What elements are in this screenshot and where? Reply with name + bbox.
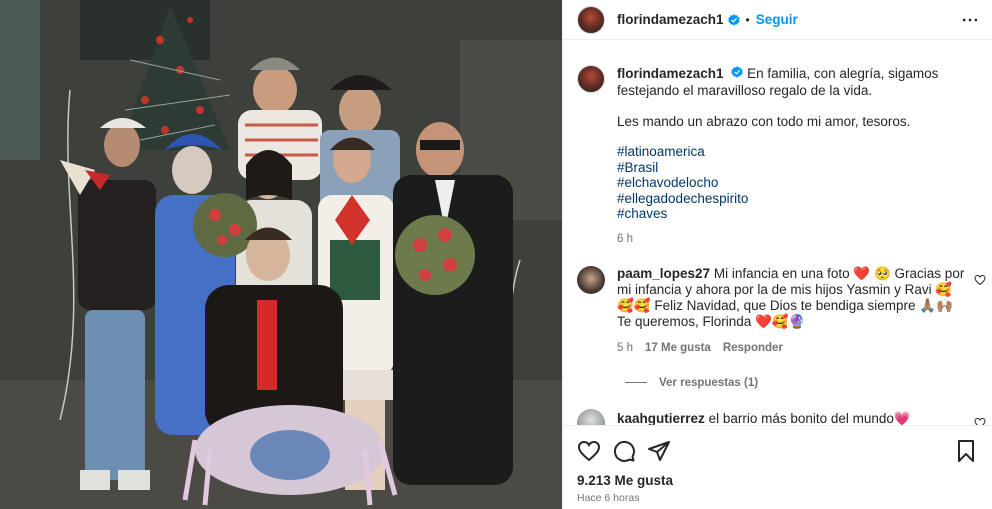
comment-bubble-icon[interactable]: [612, 439, 636, 463]
comment-text-part: el barrio más bonito del mundo: [708, 410, 894, 426]
comment-text-part: Feliz Navidad, que Dios te bendiga siemp…: [650, 297, 920, 313]
hashtag-brasil[interactable]: #Brasil: [617, 160, 977, 176]
pleading-face-emoji-icon: 🥺: [870, 265, 895, 281]
author-username[interactable]: florindamezach1: [617, 12, 724, 27]
action-bar: [563, 426, 992, 468]
commenter-username[interactable]: kaahgutierrez: [617, 411, 705, 426]
view-replies-label[interactable]: Ver respuestas (1): [659, 377, 758, 389]
comment-body: kaahgutierrez el barrio más bonito del m…: [617, 409, 967, 426]
comment-body: paam_lopes27 Mi infancia en una foto ❤️ …: [617, 266, 967, 356]
likes-count[interactable]: 9.213 Me gusta: [563, 468, 992, 488]
heart-emojis-icon: ❤️🥰🔮: [755, 313, 806, 329]
comment-text-part: Te queremos, Florinda: [617, 313, 756, 329]
comments-scroll-area[interactable]: florindamezach1 En familia, con alegría,…: [563, 41, 992, 425]
commenter-avatar[interactable]: [577, 265, 605, 294]
reply-button[interactable]: Responder: [723, 340, 783, 356]
verified-badge-icon: [731, 66, 743, 78]
post-footer: 9.213 Me gusta Hace 6 horas: [563, 425, 992, 509]
replies-divider-line: [625, 382, 647, 383]
pray-hands-emoji-icon: 🙏🏽🙌🏽: [919, 297, 953, 313]
verified-badge-icon: [727, 13, 740, 26]
comment-text-part: Mi infancia en una foto: [713, 265, 854, 281]
separator-dot: •: [745, 12, 750, 27]
pink-heart-emoji-icon: 💗: [893, 410, 911, 426]
author-avatar[interactable]: [577, 5, 605, 34]
commenter-avatar[interactable]: [577, 408, 605, 425]
view-replies[interactable]: Ver respuestas (1): [563, 377, 992, 389]
hashtag-chaves[interactable]: #chaves: [617, 206, 977, 222]
more-options-icon[interactable]: [960, 10, 980, 30]
hashtag-ellegadodechespirito[interactable]: #ellegadodechespirito: [617, 191, 977, 207]
hashtag-elchavodelocho[interactable]: #elchavodelocho: [617, 175, 977, 191]
comment-timestamp[interactable]: 5 h: [617, 340, 633, 356]
post-details-panel: florindamezach1 • Seguir florindamezach1…: [562, 0, 992, 509]
commenter-username[interactable]: paam_lopes27: [617, 266, 710, 281]
follow-button[interactable]: Seguir: [756, 12, 798, 27]
photo-of-group-in-costumes: [0, 0, 562, 509]
post-header: florindamezach1 • Seguir: [563, 0, 992, 40]
post-photo[interactable]: [0, 0, 562, 509]
save-bookmark-icon[interactable]: [954, 439, 978, 463]
caption-author-avatar[interactable]: [577, 65, 605, 93]
comment-likes[interactable]: 17 Me gusta: [645, 340, 711, 356]
hashtag-latinoamerica[interactable]: #latinoamerica: [617, 144, 977, 160]
comment-item: paam_lopes27 Mi infancia en una foto ❤️ …: [563, 265, 992, 356]
caption-author-username[interactable]: florindamezach1: [617, 66, 724, 81]
comment-item: kaahgutierrez el barrio más bonito del m…: [563, 408, 992, 426]
red-heart-emoji-icon: ❤️: [853, 265, 871, 281]
caption-body: florindamezach1 En familia, con alegría,…: [617, 65, 977, 248]
share-paper-plane-icon[interactable]: [647, 439, 671, 463]
post-time-ago[interactable]: Hace 6 horas: [563, 488, 992, 504]
post-caption: florindamezach1 En familia, con alegría,…: [563, 41, 992, 248]
comment-meta: 5 h 17 Me gusta Responder: [617, 340, 967, 356]
like-comment-heart-icon[interactable]: [974, 274, 986, 286]
like-comment-heart-icon[interactable]: [974, 417, 986, 426]
caption-timestamp[interactable]: 6 h: [617, 231, 977, 248]
like-heart-icon[interactable]: [577, 439, 601, 463]
caption-text-2: Les mando un abrazo con todo mi amor, te…: [617, 114, 911, 129]
